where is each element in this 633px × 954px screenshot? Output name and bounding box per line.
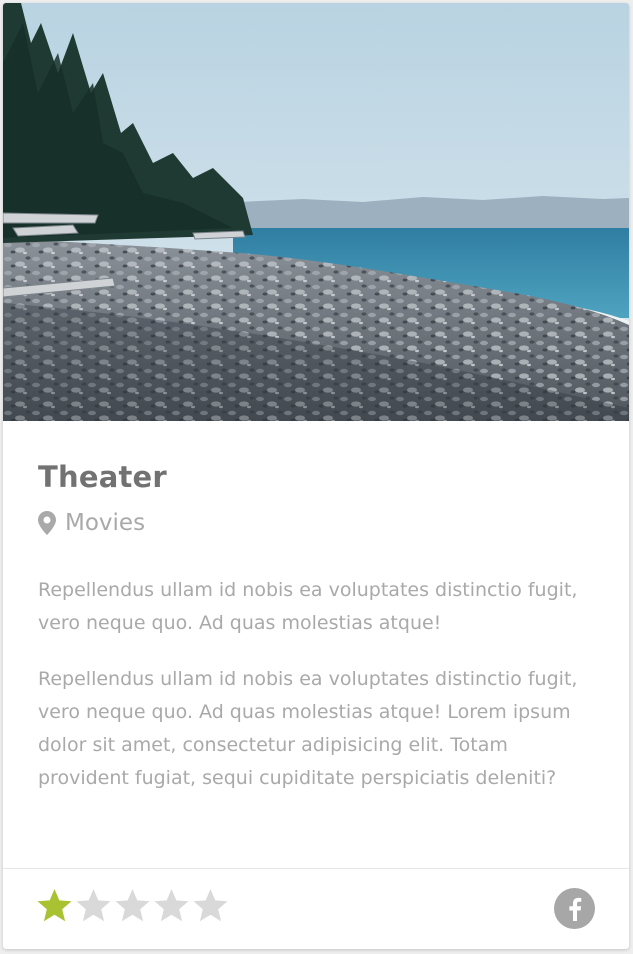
star-empty-icon[interactable] [153,887,190,924]
card-description-2: Repellendus ullam id nobis ea voluptates… [38,668,578,789]
card-description-1: Repellendus ullam id nobis ea voluptates… [38,579,578,634]
hero-image-beach [3,3,629,421]
location-line: Movies [38,508,598,538]
footer-divider [3,868,629,869]
star-empty-icon[interactable] [192,887,229,924]
card-title: Theater [38,460,167,494]
star-filled-icon[interactable] [36,887,73,924]
location-label: Movies [65,510,146,536]
place-card: Theater Movies Repellendus ullam id nobi… [3,3,629,949]
star-empty-icon[interactable] [114,887,151,924]
card-content: Theater Movies Repellendus ullam id nobi… [38,459,598,795]
map-pin-icon [38,511,56,535]
star-rating[interactable] [36,887,231,924]
facebook-icon[interactable] [554,888,595,929]
star-empty-icon[interactable] [75,887,112,924]
